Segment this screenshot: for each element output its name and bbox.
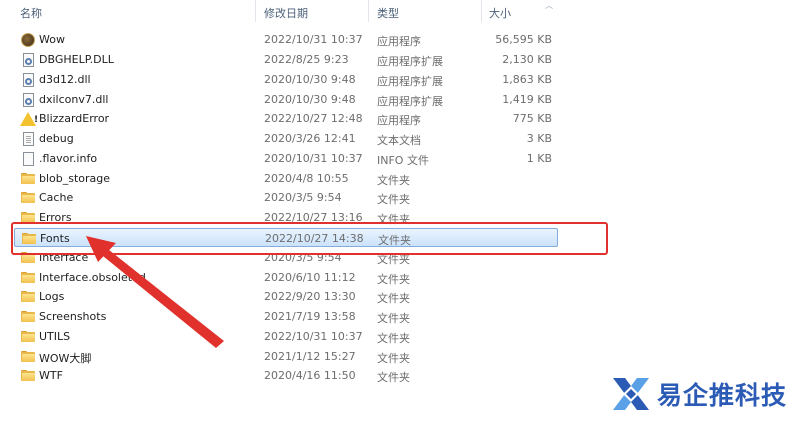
- file-name: UTILS: [39, 330, 71, 343]
- file-type: 文件夹: [377, 312, 410, 325]
- column-divider[interactable]: [481, 0, 482, 22]
- file-row[interactable]: Logs 2022/9/20 13:30 文件夹: [14, 287, 558, 306]
- file-size: 2,130 KB: [502, 53, 552, 66]
- watermark: 易企推科技: [609, 372, 799, 416]
- file-date: 2020/10/31 10:37: [264, 152, 363, 165]
- file-size: 3 KB: [526, 132, 552, 145]
- file-name: Wow: [39, 33, 65, 46]
- warning-app-icon: !: [20, 111, 38, 126]
- highlight-box: [11, 222, 608, 255]
- file-type: 文本文档: [377, 134, 421, 147]
- folder-icon: [20, 368, 36, 383]
- file-row[interactable]: Wow 2022/10/31 10:37 应用程序 56,595 KB: [14, 30, 558, 49]
- file-name: debug: [39, 132, 74, 145]
- file-date: 2022/9/20 13:30: [264, 290, 356, 303]
- file-date: 2020/10/30 9:48: [264, 93, 356, 106]
- file-row[interactable]: blob_storage 2020/4/8 10:55 文件夹: [14, 169, 558, 188]
- file-name: .flavor.info: [39, 152, 98, 165]
- file-name: DBGHELP.DLL: [39, 53, 114, 66]
- file-name: Interface.obsoleted: [39, 271, 146, 284]
- text-file-icon: [20, 131, 36, 146]
- file-row[interactable]: debug 2020/3/26 12:41 文本文档 3 KB: [14, 129, 558, 148]
- file-type: 文件夹: [377, 352, 410, 365]
- file-row[interactable]: .flavor.info 2020/10/31 10:37 INFO 文件 1 KB: [14, 149, 558, 168]
- file-row[interactable]: WOW大脚 2021/1/12 15:27 文件夹: [14, 347, 558, 366]
- file-name: Cache: [39, 191, 74, 204]
- logo-icon: [613, 378, 649, 410]
- file-date: 2022/10/31 10:37: [264, 33, 363, 46]
- column-divider[interactable]: [368, 0, 369, 22]
- file-name: dxilconv7.dll: [39, 93, 109, 106]
- file-size: 1 KB: [526, 152, 552, 165]
- file-date: 2020/6/10 11:12: [264, 271, 356, 284]
- file-type: 应用程序: [377, 114, 421, 127]
- file-date: 2020/3/5 9:54: [264, 191, 342, 204]
- column-header-name[interactable]: 名称: [20, 5, 42, 21]
- sort-up-icon: ︿: [545, 1, 553, 10]
- file-type: 文件夹: [377, 332, 410, 345]
- file-size: 1,419 KB: [502, 93, 552, 106]
- dll-file-icon: [20, 72, 36, 87]
- file-type: 文件夹: [377, 371, 410, 384]
- dll-file-icon: [20, 52, 36, 67]
- column-divider[interactable]: [255, 0, 256, 22]
- folder-icon: [20, 171, 36, 186]
- file-date: 2020/4/8 10:55: [264, 172, 349, 185]
- file-date: 2021/7/19 13:58: [264, 310, 356, 323]
- column-header-bar: 名称 修改日期 类型 大小 ︿: [0, 0, 560, 24]
- file-row[interactable]: DBGHELP.DLL 2022/8/25 9:23 应用程序扩展 2,130 KB: [14, 50, 558, 69]
- file-type: 文件夹: [377, 273, 410, 286]
- folder-icon: [20, 309, 36, 324]
- file-type: 应用程序扩展: [377, 95, 443, 108]
- file-row[interactable]: Screenshots 2021/7/19 13:58 文件夹: [14, 307, 558, 326]
- folder-icon: [20, 190, 36, 205]
- file-name: BlizzardError: [39, 112, 110, 125]
- file-type: 文件夹: [377, 174, 410, 187]
- file-row[interactable]: Cache 2020/3/5 9:54 文件夹: [14, 188, 558, 207]
- folder-icon: [20, 349, 36, 364]
- column-header-size[interactable]: 大小: [489, 5, 511, 21]
- watermark-text: 易企推科技: [657, 381, 788, 410]
- dll-file-icon: [20, 92, 36, 107]
- file-name: WTF: [39, 369, 63, 382]
- column-header-type[interactable]: 类型: [377, 5, 399, 21]
- file-type: 文件夹: [377, 292, 410, 305]
- file-type: 应用程序: [377, 35, 421, 48]
- file-row[interactable]: WTF 2020/4/16 11:50 文件夹: [14, 366, 558, 385]
- folder-icon: [20, 329, 36, 344]
- file-date: 2020/3/26 12:41: [264, 132, 356, 145]
- file-name: WOW大脚: [39, 352, 92, 365]
- file-date: 2022/10/31 10:37: [264, 330, 363, 343]
- file-type: 文件夹: [377, 193, 410, 206]
- file-name: d3d12.dll: [39, 73, 91, 86]
- file-type: 应用程序扩展: [377, 75, 443, 88]
- file-row[interactable]: dxilconv7.dll 2020/10/30 9:48 应用程序扩展 1,419 …: [14, 90, 558, 109]
- file-type: 应用程序扩展: [377, 55, 443, 68]
- file-date: 2022/8/25 9:23: [264, 53, 349, 66]
- file-size: 56,595 KB: [495, 33, 552, 46]
- file-type: INFO 文件: [377, 154, 429, 167]
- folder-icon: [20, 270, 36, 285]
- file-row[interactable]: UTILS 2022/10/31 10:37 文件夹: [14, 327, 558, 346]
- file-date: 2020/10/30 9:48: [264, 73, 356, 86]
- file-date: 2021/1/12 15:27: [264, 350, 356, 363]
- file-date: 2022/10/27 12:48: [264, 112, 363, 125]
- file-name: Screenshots: [39, 310, 107, 323]
- folder-icon: [20, 289, 36, 304]
- file-row[interactable]: d3d12.dll 2020/10/30 9:48 应用程序扩展 1,863 KB: [14, 70, 558, 89]
- file-name: blob_storage: [39, 172, 111, 185]
- file-size: 1,863 KB: [502, 73, 552, 86]
- file-date: 2020/4/16 11:50: [264, 369, 356, 382]
- blank-file-icon: [20, 151, 36, 166]
- column-header-date[interactable]: 修改日期: [264, 5, 308, 21]
- file-row[interactable]: ! BlizzardError 2022/10/27 12:48 应用程序 775 KB: [14, 109, 558, 128]
- file-row[interactable]: Interface.obsoleted 2020/6/10 11:12 文件夹: [14, 268, 558, 287]
- file-name: Logs: [39, 290, 65, 303]
- file-size: 775 KB: [512, 112, 552, 125]
- wow-app-icon: [20, 32, 36, 47]
